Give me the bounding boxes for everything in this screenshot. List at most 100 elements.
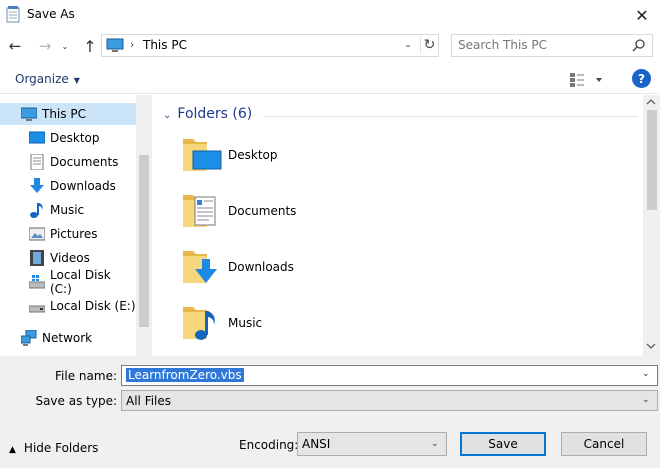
sidebar-item-label: Pictures xyxy=(50,227,98,241)
folder-label: Desktop xyxy=(228,148,278,162)
folder-music-icon xyxy=(183,307,215,340)
music-icon xyxy=(30,203,43,218)
sidebar-item-pictures[interactable]: Pictures xyxy=(0,223,136,245)
back-button[interactable]: ← xyxy=(5,36,25,56)
sidebar-item-network[interactable]: Network xyxy=(0,327,136,349)
folder-item-downloads[interactable]: Downloads xyxy=(181,245,381,293)
close-icon: ✕ xyxy=(635,5,649,25)
save-as-type-select[interactable]: All Files ⌄ xyxy=(121,390,658,411)
forward-button[interactable]: → xyxy=(35,36,55,56)
chevron-down-icon: ⌄ xyxy=(642,395,650,405)
sidebar-scrollbar-thumb[interactable] xyxy=(139,155,149,327)
change-view-button[interactable] xyxy=(569,72,609,88)
group-label: Folders (6) xyxy=(177,106,253,122)
save-as-type-label: Save as type: xyxy=(35,394,117,408)
encoding-label: Encoding: xyxy=(239,438,299,452)
sidebar-item-label: Network xyxy=(42,331,93,345)
address-dropdown-button[interactable]: ⌄ xyxy=(401,38,415,52)
caret-down-icon: ▼ xyxy=(73,76,80,85)
sidebar-item-label: Local Disk (C:) xyxy=(50,268,111,296)
file-list[interactable]: ⌄ Folders (6) Desktop Documents Downloads xyxy=(153,95,643,356)
forward-arrow-icon: → xyxy=(38,37,52,55)
folder-label: Downloads xyxy=(228,260,294,274)
scroll-down-icon[interactable] xyxy=(646,342,656,350)
up-button[interactable]: ↑ xyxy=(80,36,100,56)
close-button[interactable]: ✕ xyxy=(624,0,660,30)
sidebar-item-label: Documents xyxy=(50,155,119,169)
chevron-down-icon: ⌄ xyxy=(431,439,439,449)
sidebar-item-label: Music xyxy=(50,203,85,217)
address-bar[interactable]: › This PC ⌄ ↻ xyxy=(101,34,439,57)
divider xyxy=(263,116,638,117)
sidebar-item-label: Downloads xyxy=(50,179,116,193)
sidebar-item-videos[interactable]: Videos xyxy=(0,247,136,269)
title-bar: Save As ✕ xyxy=(0,0,660,30)
sidebar-item-label: Desktop xyxy=(50,131,100,145)
folder-item-music[interactable]: Music xyxy=(181,301,381,349)
help-button[interactable]: ? xyxy=(632,69,651,88)
hide-folders-button[interactable]: ▲ Hide Folders xyxy=(9,441,98,455)
hide-folders-label: Hide Folders xyxy=(23,441,99,455)
file-name-value[interactable]: LearnfromZero.vbs xyxy=(126,368,244,382)
computer-icon xyxy=(106,38,124,52)
chevron-down-icon: ⌄ xyxy=(163,110,172,121)
recent-locations-button[interactable]: ⌄ xyxy=(58,36,72,56)
computer-icon xyxy=(21,107,37,121)
save-as-type-value: All Files xyxy=(126,394,172,408)
save-form: File name: LearnfromZero.vbs ⌄ Save as t… xyxy=(0,356,660,468)
cancel-button[interactable]: Cancel xyxy=(561,432,647,456)
breadcrumb-this-pc[interactable]: This PC xyxy=(143,38,187,52)
folder-desktop-icon xyxy=(183,139,222,171)
window-title: Save As xyxy=(27,7,75,21)
notepad-icon xyxy=(6,6,20,23)
encoding-value: ANSI xyxy=(302,437,331,451)
sidebar-item-label: Videos xyxy=(50,251,90,265)
scroll-up-icon[interactable] xyxy=(646,98,656,106)
folder-documents-icon xyxy=(183,195,216,227)
pictures-icon xyxy=(29,227,45,241)
encoding-select[interactable]: ANSI ⌄ xyxy=(297,432,447,456)
sidebar-item-this-pc[interactable]: This PC xyxy=(0,103,136,125)
search-input[interactable] xyxy=(458,38,628,52)
organize-button[interactable]: Organize ▼ xyxy=(15,72,80,86)
sidebar-item-documents[interactable]: Documents xyxy=(0,151,136,173)
save-button[interactable]: Save xyxy=(460,432,546,456)
documents-icon xyxy=(30,154,44,170)
folder-label: Music xyxy=(228,316,263,330)
folder-item-documents[interactable]: Documents xyxy=(181,189,381,237)
downloads-icon xyxy=(30,178,44,193)
folder-label: Documents xyxy=(228,204,297,218)
file-list-scrollbar-thumb[interactable] xyxy=(647,110,657,210)
drive-icon xyxy=(29,305,45,313)
chevron-down-icon: ⌄ xyxy=(61,41,69,51)
chevron-up-icon: ▲ xyxy=(9,445,16,455)
videos-icon xyxy=(30,250,44,266)
folder-downloads-icon xyxy=(183,251,217,283)
sidebar-item-desktop[interactable]: Desktop xyxy=(0,127,136,149)
command-bar: Organize ▼ ? xyxy=(0,64,660,94)
folders-group-header[interactable]: ⌄ Folders (6) xyxy=(163,106,252,122)
folder-item-desktop[interactable]: Desktop xyxy=(181,133,381,181)
sidebar-item-local-disk-e[interactable]: Local Disk (E:) xyxy=(0,295,136,317)
network-icon xyxy=(21,330,37,346)
refresh-button[interactable]: ↻ xyxy=(420,36,438,54)
sidebar-item-label: This PC xyxy=(42,107,86,121)
caret-down-icon xyxy=(596,78,602,82)
sidebar-item-local-disk-c[interactable]: Local Disk (C:) xyxy=(0,268,136,296)
organize-label: Organize xyxy=(15,72,69,86)
search-icon[interactable] xyxy=(632,38,646,52)
chevron-down-icon[interactable]: ⌄ xyxy=(642,369,650,379)
up-arrow-icon: ↑ xyxy=(83,36,97,56)
back-arrow-icon: ← xyxy=(8,37,22,55)
search-box[interactable] xyxy=(451,34,653,57)
sidebar-item-downloads[interactable]: Downloads xyxy=(0,175,136,197)
desktop-icon xyxy=(29,131,45,144)
breadcrumb-separator[interactable]: › xyxy=(130,38,134,51)
file-name-label: File name: xyxy=(55,369,117,383)
help-icon: ? xyxy=(638,71,645,86)
view-details-icon xyxy=(570,73,584,87)
sidebar-item-music[interactable]: Music xyxy=(0,199,136,221)
navigation-pane[interactable]: This PC Desktop Documents Downloads Musi… xyxy=(0,95,152,356)
file-name-input[interactable]: LearnfromZero.vbs ⌄ xyxy=(121,365,658,386)
sidebar-item-label: Local Disk (E:) xyxy=(50,299,136,313)
